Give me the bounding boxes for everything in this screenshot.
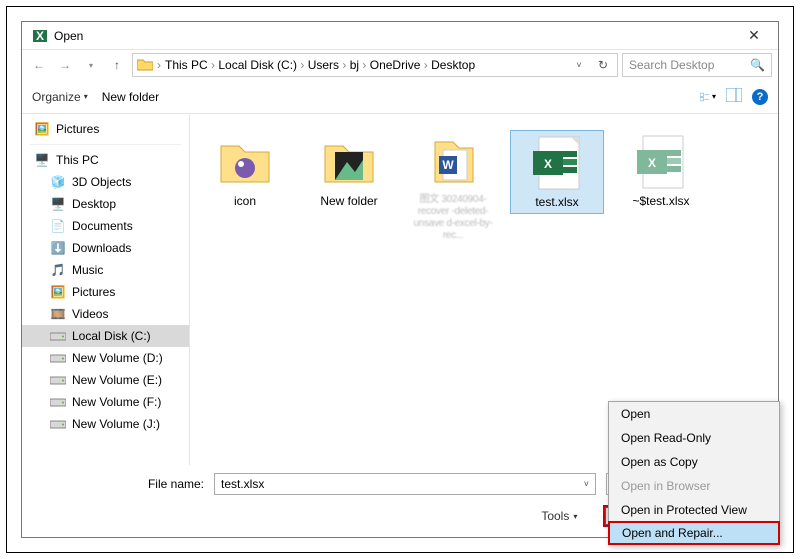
menu-item-open-read-only[interactable]: Open Read-Only	[609, 426, 779, 450]
drive-icon	[50, 373, 66, 387]
sidebar-item-3d-objects[interactable]: 🧊3D Objects	[22, 171, 189, 193]
file-thumbnail	[321, 134, 377, 190]
help-button[interactable]: ?	[752, 89, 768, 105]
breadcrumb-segment[interactable]: OneDrive	[370, 58, 421, 72]
file-label: ~$test.xlsx	[632, 194, 689, 208]
folder-icon: 🎵	[50, 263, 66, 277]
titlebar: X Open ✕	[22, 22, 778, 50]
sidebar-item-music[interactable]: 🎵Music	[22, 259, 189, 281]
pictures-icon: 🖼️	[34, 122, 50, 136]
sidebar-item-pictures[interactable]: 🖼️Pictures	[22, 281, 189, 303]
folder-icon: 🎞️	[50, 307, 66, 321]
drive-icon	[50, 417, 66, 431]
address-dropdown[interactable]: ˅	[569, 60, 589, 70]
folder-icon	[137, 58, 153, 72]
sidebar-item-pictures-quick[interactable]: 🖼️ Pictures	[22, 118, 189, 140]
open-dropdown-menu: OpenOpen Read-OnlyOpen as CopyOpen in Br…	[608, 401, 780, 545]
search-input[interactable]: Search Desktop 🔍	[622, 53, 772, 77]
file-item[interactable]: W 图文 30240904-recover -deleted-unsave d-e…	[406, 130, 500, 246]
recent-drop[interactable]: ▾	[80, 54, 102, 76]
organize-label: Organize	[32, 90, 81, 104]
menu-item-open-and-repair[interactable]: Open and Repair...	[608, 521, 780, 545]
svg-text:X: X	[648, 156, 656, 170]
svg-text:W: W	[442, 158, 454, 172]
sidebar-item-desktop[interactable]: 🖥️Desktop	[22, 193, 189, 215]
caret-down-icon: ▾	[573, 512, 577, 521]
file-label: test.xlsx	[535, 195, 578, 209]
file-item[interactable]: X ~$test.xlsx	[614, 130, 708, 212]
drive-icon	[50, 329, 66, 343]
caret-down-icon: ▾	[84, 92, 88, 101]
excel-app-icon: X	[32, 28, 48, 44]
dialog-title: Open	[54, 29, 734, 43]
sidebar: 🖼️ Pictures 🖥️ This PC 🧊3D Objects🖥️Desk…	[22, 114, 190, 465]
new-folder-button[interactable]: New folder	[102, 90, 159, 104]
nav-row: ← → ▾ ↑ › This PC › Local Disk (C:) › Us…	[22, 50, 778, 80]
toolbar: Organize ▾ New folder ▾ ?	[22, 80, 778, 114]
sidebar-item-downloads[interactable]: ⬇️Downloads	[22, 237, 189, 259]
breadcrumb-segment[interactable]: This PC	[165, 58, 208, 72]
up-button[interactable]: ↑	[106, 54, 128, 76]
chevron-right-icon: ›	[208, 58, 219, 72]
breadcrumb-segment[interactable]: bj	[350, 58, 359, 72]
chevron-right-icon: ›	[157, 58, 161, 72]
folder-icon: 🖥️	[50, 197, 66, 211]
chevron-right-icon: ›	[297, 58, 308, 72]
file-thumbnail: W	[425, 134, 481, 190]
drive-icon	[50, 351, 66, 365]
file-thumbnail: X	[529, 135, 585, 191]
back-button[interactable]: ←	[28, 54, 50, 76]
sidebar-item-drive[interactable]: Local Disk (C:)	[22, 325, 189, 347]
svg-text:X: X	[36, 29, 44, 43]
file-thumbnail	[217, 134, 273, 190]
refresh-button[interactable]: ↻	[593, 58, 613, 72]
search-placeholder: Search Desktop	[629, 58, 714, 72]
breadcrumb-segment[interactable]: Users	[308, 58, 339, 72]
sidebar-item-drive[interactable]: New Volume (J:)	[22, 413, 189, 435]
monitor-icon: 🖥️	[34, 153, 50, 167]
menu-item-open-in-browser: Open in Browser	[609, 474, 779, 498]
close-button[interactable]: ✕	[734, 27, 774, 44]
menu-item-open-as-copy[interactable]: Open as Copy	[609, 450, 779, 474]
organize-menu[interactable]: Organize ▾	[32, 90, 88, 104]
file-label: New folder	[320, 194, 377, 208]
search-icon: 🔍	[750, 58, 765, 72]
sidebar-item-thispc[interactable]: 🖥️ This PC	[22, 149, 189, 171]
sidebar-item-drive[interactable]: New Volume (E:)	[22, 369, 189, 391]
file-item[interactable]: icon	[198, 130, 292, 212]
tools-menu[interactable]: Tools ▾	[541, 509, 577, 523]
folder-icon: ⬇️	[50, 241, 66, 255]
sidebar-item-documents[interactable]: 📄Documents	[22, 215, 189, 237]
breadcrumb-segment[interactable]: Desktop	[431, 58, 475, 72]
address-bar[interactable]: › This PC › Local Disk (C:) › Users › bj…	[132, 53, 618, 77]
filename-label: File name:	[34, 477, 204, 491]
sidebar-item-drive[interactable]: New Volume (D:)	[22, 347, 189, 369]
folder-icon: 📄	[50, 219, 66, 233]
drive-icon	[50, 395, 66, 409]
file-item[interactable]: Xtest.xlsx	[510, 130, 604, 214]
chevron-right-icon: ›	[339, 58, 350, 72]
sidebar-item-videos[interactable]: 🎞️Videos	[22, 303, 189, 325]
preview-pane-button[interactable]	[726, 88, 742, 105]
filename-dropdown[interactable]: ˅	[584, 479, 589, 489]
views-button[interactable]: ▾	[700, 89, 716, 105]
chevron-right-icon: ›	[420, 58, 431, 72]
menu-item-open[interactable]: Open	[609, 402, 779, 426]
filename-value: test.xlsx	[221, 477, 264, 491]
file-label: 图文 30240904-recover -deleted-unsave d-ex…	[410, 194, 496, 242]
folder-icon: 🖼️	[50, 285, 66, 299]
forward-button[interactable]: →	[54, 54, 76, 76]
folder-icon: 🧊	[50, 175, 66, 189]
menu-item-open-in-protected-view[interactable]: Open in Protected View	[609, 498, 779, 522]
file-label: icon	[234, 194, 256, 208]
sidebar-item-drive[interactable]: New Volume (F:)	[22, 391, 189, 413]
svg-text:X: X	[544, 157, 552, 171]
file-item[interactable]: New folder	[302, 130, 396, 212]
chevron-right-icon: ›	[359, 58, 370, 72]
breadcrumb-segment[interactable]: Local Disk (C:)	[218, 58, 297, 72]
filename-input[interactable]: test.xlsx ˅	[214, 473, 596, 495]
file-thumbnail: X	[633, 134, 689, 190]
breadcrumb[interactable]: This PC › Local Disk (C:) › Users › bj ›…	[165, 58, 475, 72]
